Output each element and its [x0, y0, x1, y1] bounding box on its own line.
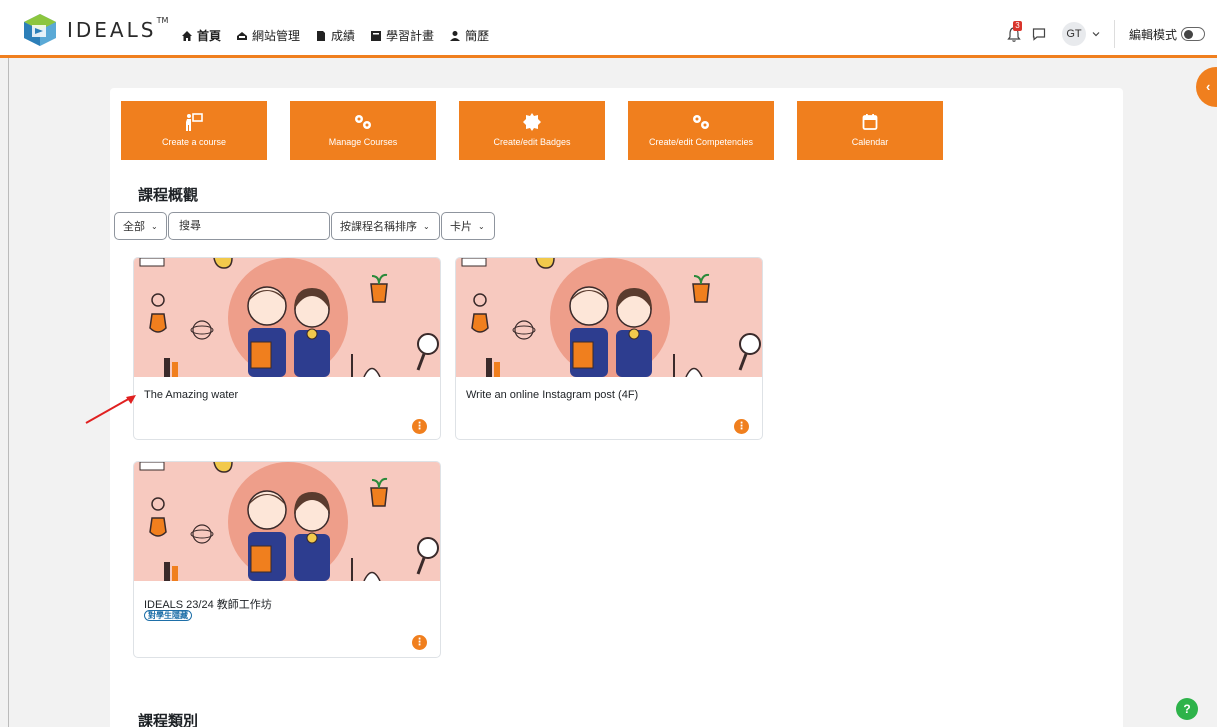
course-card[interactable]: Write an online Instagram post (4F) ⋮: [455, 257, 763, 440]
manage-courses-button[interactable]: Manage Courses: [290, 101, 436, 160]
page-border: [8, 58, 9, 727]
user-avatar[interactable]: GT: [1061, 22, 1086, 46]
top-navbar: IDEALS TM 首頁 網站管理 成績 學習計畫 簡歷 3 GT 編輯模式: [0, 0, 1217, 58]
help-button[interactable]: ?: [1176, 698, 1198, 720]
sort-dropdown[interactable]: 按課程名稱排序 ⌄: [331, 212, 440, 240]
nav-item-home[interactable]: 首頁: [181, 27, 221, 44]
nav-item-label: 簡歷: [465, 29, 490, 43]
course-image[interactable]: [134, 258, 440, 377]
calendar-button[interactable]: Calendar: [797, 101, 943, 160]
course-card[interactable]: The Amazing water ⋮: [133, 257, 441, 440]
chevron-down-icon: ⌄: [478, 221, 485, 231]
quick-action-label: Calendar: [851, 137, 889, 147]
course-actions-menu-icon[interactable]: ⋮: [412, 419, 427, 434]
filter-label: 全部: [123, 221, 145, 233]
create-course-icon: [186, 113, 203, 131]
quick-action-label: Create/edit Competencies: [648, 137, 754, 147]
course-overview-heading: 課程概觀: [138, 187, 199, 204]
quick-action-label: Create/edit Badges: [493, 137, 571, 147]
grades-icon: [317, 30, 326, 41]
profile-icon: [450, 30, 461, 41]
chevron-down-icon: ⌄: [423, 221, 430, 231]
ideals-logo-icon: [24, 14, 56, 46]
nav-item-grades[interactable]: 成績: [315, 27, 355, 44]
learning-plan-icon: [371, 30, 382, 41]
sort-label: 按課程名稱排序: [340, 221, 417, 233]
nav-item-site-admin[interactable]: 網站管理: [236, 27, 300, 44]
hidden-from-students-badge: 對學生隱藏: [144, 610, 192, 621]
course-title[interactable]: Write an online Instagram post (4F): [466, 389, 638, 401]
view-label: 卡片: [450, 221, 472, 233]
course-search-input[interactable]: [168, 212, 330, 240]
edit-mode-label: 編輯模式: [1128, 27, 1177, 42]
quick-action-label: Create a course: [161, 137, 227, 147]
nav-item-learning-plan[interactable]: 學習計畫: [370, 27, 434, 44]
view-mode-dropdown[interactable]: 卡片 ⌄: [441, 212, 495, 240]
messages-icon[interactable]: [1032, 27, 1046, 41]
site-logo[interactable]: IDEALS TM: [22, 13, 169, 47]
user-controls: 3 GT 編輯模式: [1006, 20, 1205, 48]
course-categories-heading: 課程類別: [138, 713, 199, 727]
course-actions-menu-icon[interactable]: ⋮: [734, 419, 749, 434]
nav-item-label: 成績: [331, 29, 356, 43]
create-edit-badges-button[interactable]: Create/edit Badges: [459, 101, 605, 160]
site-admin-icon: [237, 31, 248, 40]
notifications-button[interactable]: 3: [1006, 21, 1022, 43]
annotation-arrow-icon: [85, 395, 136, 424]
block-drawer-toggle[interactable]: ‹: [1196, 67, 1217, 107]
brand-name: IDEALS TM: [67, 16, 169, 42]
quick-action-label: Manage Courses: [328, 137, 398, 147]
chevron-left-icon: ‹: [1206, 79, 1211, 94]
edit-mode-toggle[interactable]: [1181, 27, 1205, 41]
nav-item-profile[interactable]: 簡歷: [449, 27, 489, 44]
chevron-down-icon: ⌄: [151, 221, 158, 231]
cogs-icon: [355, 115, 371, 129]
nav-item-label: 學習計畫: [386, 29, 435, 43]
nav-item-label: 首頁: [197, 29, 222, 43]
create-course-button[interactable]: Create a course: [121, 101, 267, 160]
course-image[interactable]: [134, 462, 440, 581]
home-icon: [182, 30, 192, 41]
course-illustration: [461, 258, 761, 377]
course-card[interactable]: IDEALS 23/24 教師工作坊 對學生隱藏 ⋮: [133, 461, 441, 658]
notification-count-badge: 3: [1012, 21, 1022, 31]
calendar-icon: [862, 114, 878, 130]
divider: [1113, 20, 1115, 48]
course-illustration: [139, 462, 439, 581]
course-actions-menu-icon[interactable]: ⋮: [412, 635, 427, 650]
course-image[interactable]: [456, 258, 762, 377]
badge-icon: [523, 113, 541, 131]
course-title[interactable]: The Amazing water: [144, 389, 238, 401]
nav-item-label: 網站管理: [252, 29, 301, 43]
cogs-icon: [693, 115, 709, 129]
primary-nav: 首頁 網站管理 成績 學習計畫 簡歷: [181, 27, 489, 44]
chevron-down-icon[interactable]: [1092, 30, 1100, 38]
course-illustration: [139, 258, 439, 377]
grouping-filter-dropdown[interactable]: 全部 ⌄: [114, 212, 167, 240]
create-edit-competencies-button[interactable]: Create/edit Competencies: [628, 101, 774, 160]
